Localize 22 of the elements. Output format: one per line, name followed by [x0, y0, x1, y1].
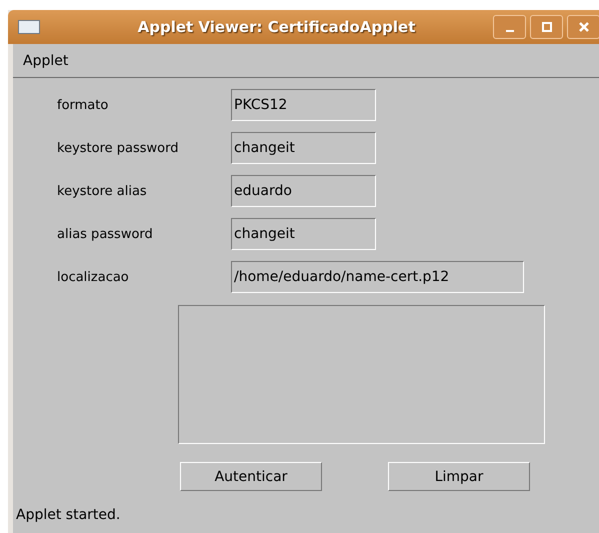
action-button[interactable]: Limpar [388, 462, 530, 491]
text-field[interactable]: changeit [231, 132, 376, 164]
field-label: localizacao [57, 270, 130, 284]
action-button[interactable]: Autenticar [180, 462, 322, 491]
text-field[interactable]: eduardo [231, 175, 376, 207]
field-label: keystore password [57, 140, 180, 156]
status-text: Applet started. [16, 507, 122, 523]
minimize-icon [506, 30, 514, 32]
close-button[interactable] [567, 15, 599, 39]
field-label: formato [57, 98, 110, 112]
text-field[interactable]: changeit [231, 218, 376, 250]
maximize-icon [540, 20, 554, 34]
text-field[interactable]: /home/eduardo/name-cert.p12 [231, 261, 524, 293]
close-icon [576, 20, 590, 34]
maximize-button[interactable] [530, 15, 563, 39]
field-label: alias password [57, 226, 154, 242]
window-title: Applet Viewer: CertificadoApplet [136, 18, 416, 36]
text-field[interactable]: PKCS12 [231, 89, 376, 121]
menu-item[interactable]: Applet [23, 52, 68, 68]
minimize-button[interactable] [493, 15, 526, 39]
field-label: keystore alias [57, 184, 148, 198]
window-icon [18, 20, 40, 34]
